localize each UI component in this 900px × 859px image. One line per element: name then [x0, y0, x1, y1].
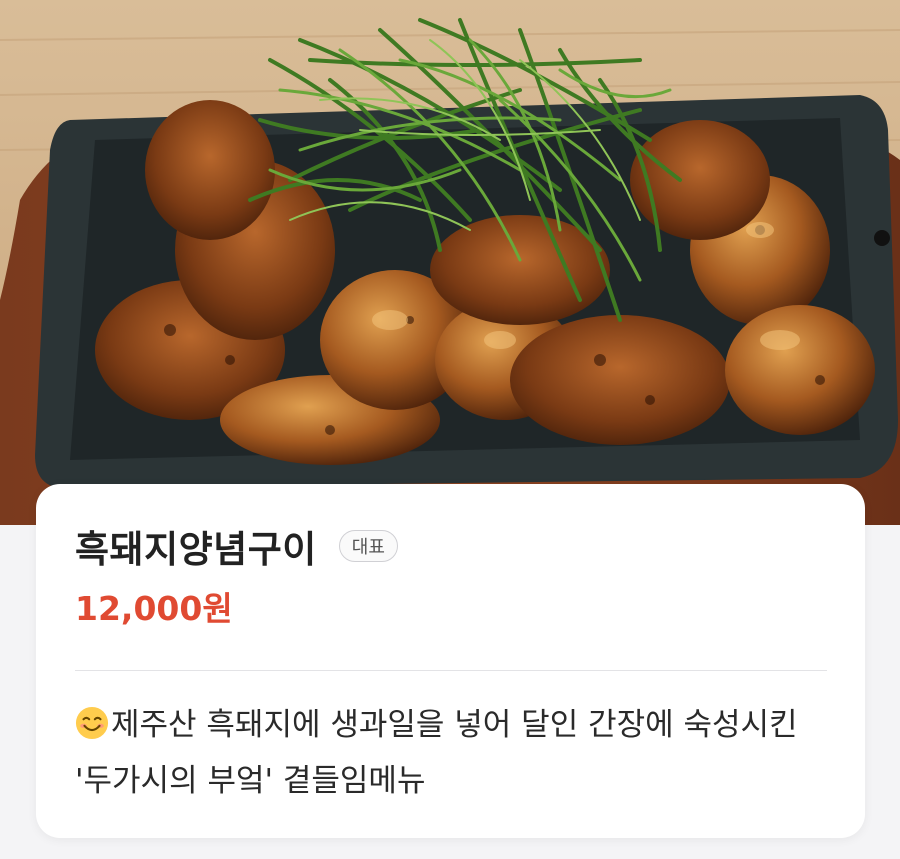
menu-info-card: 흑돼지양념구이 대표 12,000원 제주산 흑돼지에 생과일을 넣어 달인 간… — [36, 484, 865, 838]
title-row: 흑돼지양념구이 대표 — [75, 522, 826, 571]
signature-badge: 대표 — [338, 530, 398, 562]
menu-description-text: 제주산 흑돼지에 생과일을 넣어 달인 간장에 숙성시킨 '두가시의 부엌' 곁… — [75, 707, 798, 799]
menu-detail-screen: 흑돼지양념구이 대표 12,000원 제주산 흑돼지에 생과일을 넣어 달인 간… — [0, 0, 900, 859]
smiling-face-icon — [75, 706, 109, 740]
menu-description: 제주산 흑돼지에 생과일을 넣어 달인 간장에 숙성시킨 '두가시의 부엌' 곁… — [75, 697, 827, 809]
food-photo — [0, 0, 900, 525]
divider — [75, 670, 827, 671]
menu-name: 흑돼지양념구이 — [75, 528, 317, 571]
menu-price: 12,000원 — [75, 589, 233, 628]
